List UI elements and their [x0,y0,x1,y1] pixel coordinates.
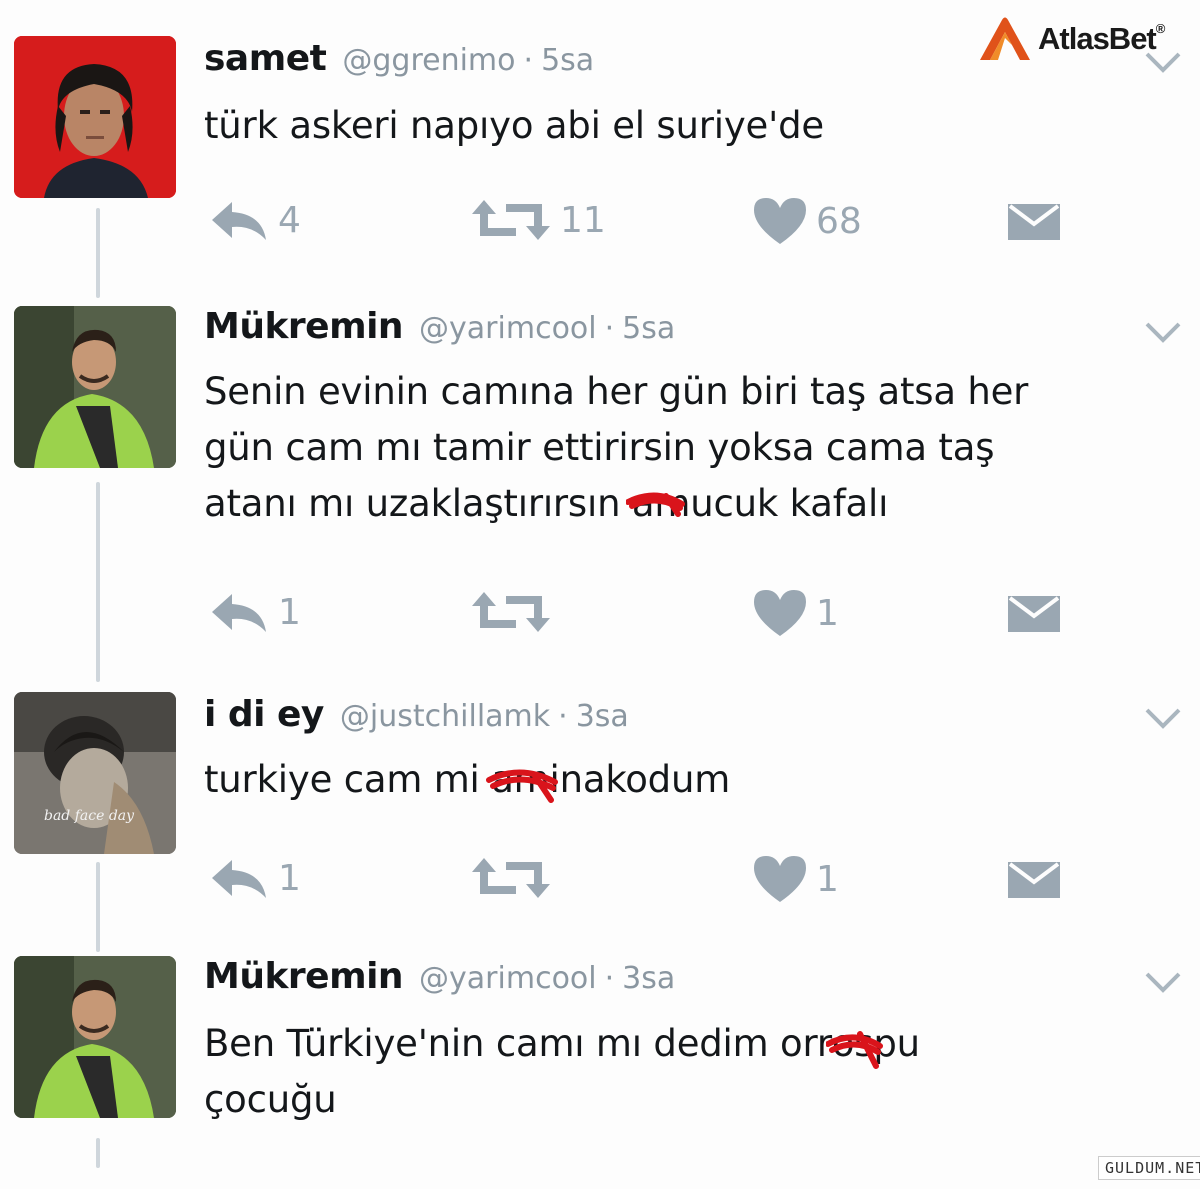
tweet-text: türk askeri napıyo abi el suriye'de [204,104,824,147]
reply-button[interactable]: 1 [208,588,301,636]
retweet-count: 11 [560,199,606,241]
tweet-actions: 1 1 [0,588,1200,648]
avatar-caption: bad face day [44,808,135,824]
like-button[interactable]: 1 [752,854,839,904]
tweet-actions: 4 11 68 [0,196,1200,256]
user-handle[interactable]: @yarimcool [419,311,597,346]
user-handle[interactable]: @justchillamk [340,699,550,734]
user-handle[interactable]: @yarimcool [419,961,597,996]
tweet-actions: 1 1 [0,854,1200,914]
reply-button[interactable]: 1 [208,854,301,902]
like-count: 1 [816,858,839,900]
heart-icon [754,590,806,636]
tweet-text: Senin evinin camına her gün biri taş ats… [204,364,1189,532]
timestamp[interactable]: 3sa [576,699,629,734]
dm-icon [1008,204,1060,240]
reply-icon [212,594,266,632]
tweet-text-line: atanı mı uzaklaştırırsın a mucuk kafalı [204,476,1189,532]
chevron-down-icon[interactable] [1144,970,1182,996]
retweet-icon [472,200,550,240]
reply-count: 4 [278,199,301,241]
chevron-down-icon[interactable] [1144,320,1182,346]
retweet-icon [472,592,550,632]
separator: · [523,43,534,78]
dm-button[interactable] [1006,594,1062,634]
timestamp[interactable]: 3sa [622,961,675,996]
display-name[interactable]: Mükremin [204,306,404,347]
red-scribble-icon [486,769,559,803]
avatar[interactable] [14,956,176,1118]
atlasbet-logo-icon [980,17,1030,60]
user-handle[interactable]: @ggrenimo [342,43,515,78]
censored-word: am [486,752,559,808]
dm-icon [1008,596,1060,632]
red-scribble-icon [825,1031,883,1069]
like-button[interactable]: 68 [752,196,862,246]
dm-icon [1008,862,1060,898]
reply-count: 1 [278,591,301,633]
atlasbet-watermark: AtlasBet® [976,14,1165,64]
tweet-text-line: gün cam mı tamir ettirirsin yoksa cama t… [204,426,995,469]
timestamp[interactable]: 5sa [541,43,594,78]
tweet-header: i di ey @justchillamk · 3sa [204,694,629,735]
tweet-header: samet @ggrenimo · 5sa [204,38,594,79]
tweet-text-line: çocuğu [204,1078,337,1121]
red-scribble-icon [625,492,685,517]
retweet-button[interactable] [470,588,560,636]
tweet-text-line: Ben Türkiye'nin camı mı dedim orro spu [204,1016,1189,1072]
heart-icon [754,198,806,244]
separator: · [558,699,568,734]
display-name[interactable]: i di ey [204,694,324,735]
tweet-header: Mükremin @yarimcool · 5sa [204,306,675,347]
chevron-down-icon[interactable] [1144,706,1182,732]
separator: · [604,311,615,346]
retweet-button[interactable]: 11 [470,196,606,244]
reply-count: 1 [278,857,301,899]
separator: · [604,961,615,996]
chevron-down-icon[interactable] [1144,50,1182,76]
heart-icon [754,856,806,902]
dm-button[interactable] [1006,202,1062,242]
censored-word: o [825,1016,883,1072]
site-watermark: GULDUM.NET [1098,1156,1200,1180]
thread-line-4 [96,1138,100,1168]
censored-word: a [625,476,685,532]
tweet-text-line: Senin evinin camına her gün biri taş ats… [204,370,1029,413]
tweet-text: turkiye cam mi am inakodum [204,752,1189,808]
avatar[interactable] [14,306,176,468]
display-name[interactable]: Mükremin [204,956,404,997]
display-name[interactable]: samet [204,38,327,79]
reply-icon [212,202,266,240]
dm-button[interactable] [1006,860,1062,900]
avatar[interactable]: bad face day [14,692,176,854]
avatar[interactable] [14,36,176,198]
tweet-text: Ben Türkiye'nin camı mı dedim orro spu ço… [204,1016,1189,1128]
timestamp[interactable]: 5sa [622,311,675,346]
reply-icon [212,860,266,898]
like-count: 68 [816,200,862,242]
tweet-header: Mükremin @yarimcool · 3sa [204,956,675,997]
thread-line-2 [96,482,100,682]
like-button[interactable]: 1 [752,588,839,638]
like-count: 1 [816,592,839,634]
reply-button[interactable]: 4 [208,196,301,244]
retweet-icon [472,858,550,898]
retweet-button[interactable] [470,854,560,902]
